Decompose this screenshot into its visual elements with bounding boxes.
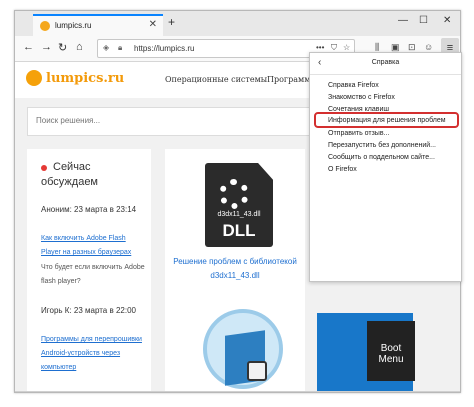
url-text: https://lumpics.ru (134, 44, 195, 53)
nav-os[interactable]: Операционные системы (165, 75, 267, 84)
tab-title: lumpics.ru (55, 21, 92, 30)
article-card[interactable]: d3dx11_43.dll DLL Решение проблем с библ… (165, 149, 305, 392)
dll-file-icon: d3dx11_43.dll DLL (205, 163, 273, 247)
article-link[interactable]: Решение проблем с библиотекой d3dx11_43.… (173, 255, 297, 283)
tab-bar: lumpics.ru ✕ + — ☐ ✕ (15, 11, 460, 36)
gear-icon (219, 179, 249, 209)
minimize-icon[interactable]: — (398, 15, 408, 26)
comment-author: Аноним: 23 марта в 23:14 (41, 205, 137, 214)
menu-header: ‹ Справка (310, 53, 461, 75)
comment-link[interactable]: Программы для перепрошивки Android-устро… (41, 333, 147, 375)
back-icon[interactable]: ← (23, 41, 34, 53)
tab-lumpics[interactable]: lumpics.ru ✕ (33, 14, 163, 36)
site-favicon-icon (40, 21, 50, 31)
menu-item-restart-no-addons[interactable]: Перезапустить без дополнений... (328, 142, 436, 149)
comment-author: Игорь К: 23 марта в 22:00 (41, 306, 136, 315)
live-discussion-panel: Сейчас обсуждаем Аноним: 23 марта в 23:1… (27, 149, 151, 392)
menu-item-firefox-help[interactable]: Справка Firefox (328, 82, 379, 89)
lock-icon[interactable]: 🔒︎ (118, 43, 122, 53)
menu-item-feedback[interactable]: Отправить отзыв... (328, 130, 389, 137)
maximize-icon[interactable]: ☐ (419, 15, 428, 26)
menu-title: Справка (371, 59, 400, 66)
menu-item-about[interactable]: О Firefox (328, 166, 357, 173)
tab-close-icon[interactable]: ✕ (149, 19, 157, 30)
site-logo[interactable]: lumpics.ru (46, 71, 124, 86)
software-disc-icon (203, 309, 283, 389)
boot-menu-thumbnail[interactable]: Boot Menu (367, 321, 415, 381)
search-input[interactable] (36, 116, 276, 125)
menu-item-troubleshooting[interactable]: Информация для решения проблем (328, 117, 446, 124)
comment-link[interactable]: Как включить Adobe Flash Player на разны… (41, 232, 147, 260)
close-window-icon[interactable]: ✕ (443, 15, 451, 26)
comment-text: Что будет если включить Adobe flash play… (41, 264, 145, 285)
disc-label-icon (247, 361, 267, 381)
live-title: Сейчас обсуждаем (41, 161, 98, 188)
dll-label: DLL (222, 221, 256, 240)
page-bottom-edge (15, 391, 460, 392)
page-actions-icon[interactable]: ••• (316, 43, 324, 52)
reload-icon[interactable]: ↻ (58, 41, 67, 54)
menu-item-firefox-tour[interactable]: Знакомство с Firefox (328, 94, 395, 101)
home-icon[interactable]: ⌂ (76, 41, 83, 53)
menu-item-report-site[interactable]: Сообщить о поддельном сайте... (328, 154, 435, 161)
help-menu-panel: ‹ Справка Справка Firefox Знакомство с F… (309, 52, 462, 282)
logo-icon[interactable] (26, 70, 42, 86)
forward-icon[interactable]: → (41, 41, 52, 53)
shield-icon[interactable]: ◈ (103, 43, 109, 52)
bookmark-star-icon[interactable]: ☆ (343, 43, 350, 52)
dll-filename: d3dx11_43.dll (217, 211, 261, 218)
new-tab-icon[interactable]: + (168, 15, 175, 29)
account-icon[interactable]: ☺ (424, 42, 433, 52)
